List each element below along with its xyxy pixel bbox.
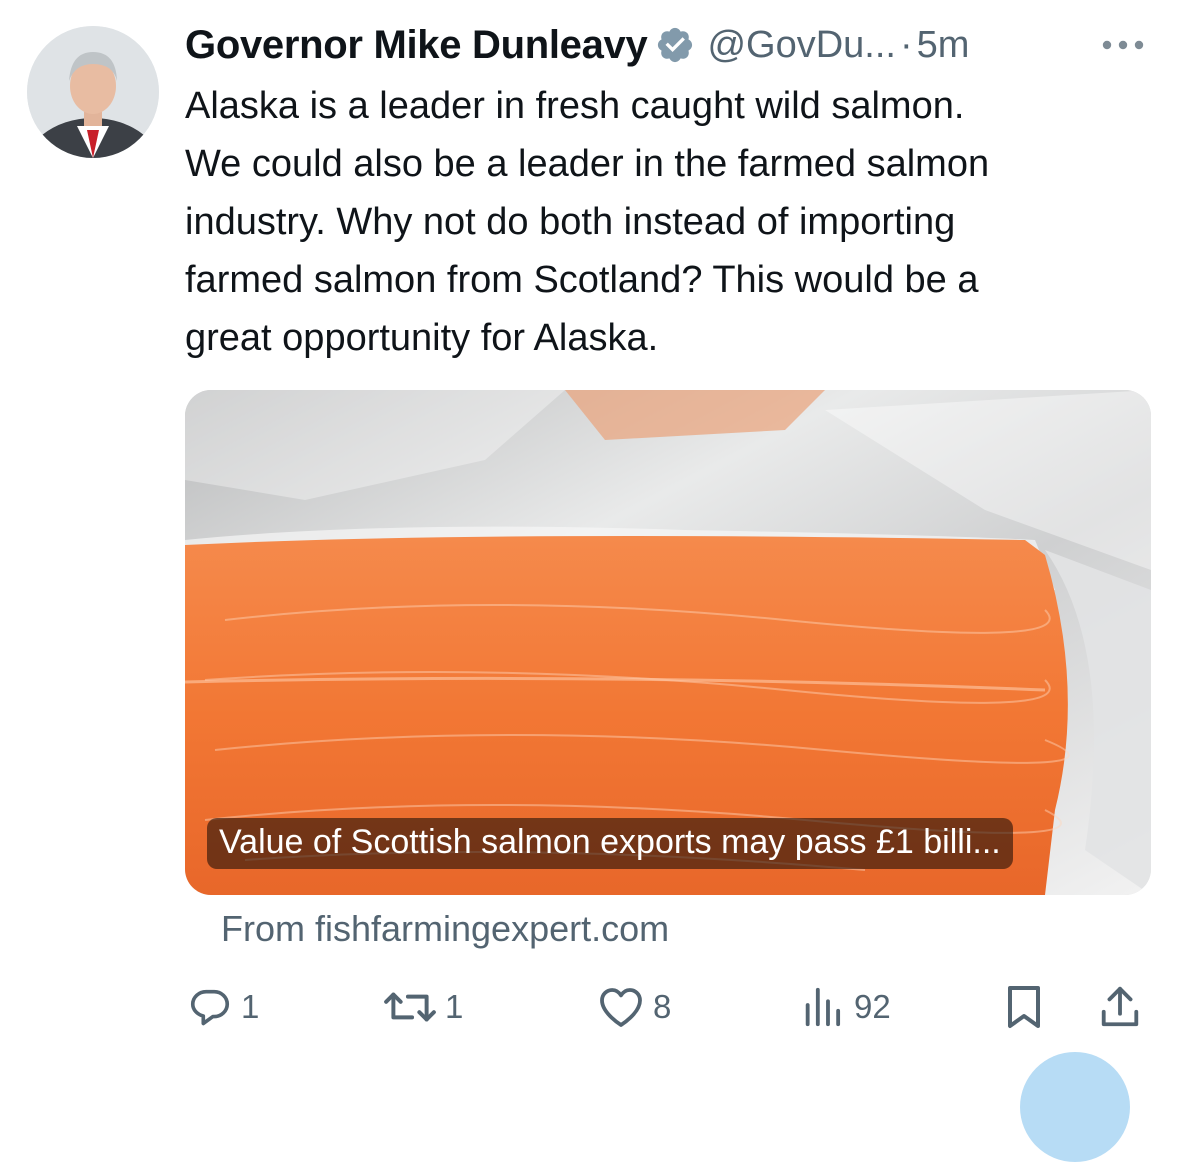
reply-icon <box>190 989 230 1026</box>
repost-icon <box>384 992 436 1022</box>
heart-icon <box>600 988 642 1027</box>
verified-badge-icon[interactable] <box>655 25 695 65</box>
profile-photo <box>27 26 159 158</box>
author-avatar[interactable] <box>27 26 159 158</box>
repost-count: 1 <box>445 988 464 1025</box>
share-icon <box>1101 986 1139 1027</box>
bookmark-button[interactable] <box>1002 980 1046 1034</box>
views-icon <box>805 987 841 1027</box>
like-button[interactable]: 8 <box>597 980 671 1034</box>
reply-count: 1 <box>241 988 260 1025</box>
tweet-text-line: Alaska is a leader in fresh caught wild … <box>185 85 965 127</box>
more-dots-icon[interactable] <box>1098 30 1148 60</box>
link-card-source[interactable]: From fishfarmingexpert.com <box>221 908 669 950</box>
views-count: 92 <box>854 988 891 1025</box>
tweet-text-line: We could also be a leader in the farmed … <box>185 143 990 185</box>
tweet-text: Alaska is a leader in fresh caught wild … <box>185 77 1160 367</box>
link-card[interactable]: Value of Scottish salmon exports may pas… <box>185 390 1151 895</box>
tweet-timestamp[interactable]: 5m <box>917 24 970 67</box>
author-display-name[interactable]: Governor Mike Dunleavy <box>185 23 648 68</box>
reply-button[interactable]: 1 <box>187 980 259 1034</box>
like-count: 8 <box>653 988 672 1025</box>
share-button[interactable] <box>1097 980 1143 1034</box>
compose-button[interactable] <box>1020 1052 1130 1162</box>
repost-button[interactable]: 1 <box>383 980 463 1034</box>
bookmark-icon <box>1008 986 1040 1028</box>
link-card-title: Value of Scottish salmon exports may pas… <box>207 818 1013 869</box>
tweet-text-line: industry. Why not do both instead of imp… <box>185 201 956 243</box>
views-button[interactable]: 92 <box>800 980 891 1034</box>
tweet-header: Governor Mike Dunleavy @GovDu... · 5m <box>185 18 969 72</box>
tweet-text-line: farmed salmon from Scotland? This would … <box>185 259 979 301</box>
tweet-actions: 1 1 8 92 <box>0 980 1179 1034</box>
tweet-text-line: great opportunity for Alaska. <box>185 317 659 359</box>
header-separator: · <box>899 23 913 66</box>
author-handle[interactable]: @GovDu... <box>707 24 896 67</box>
